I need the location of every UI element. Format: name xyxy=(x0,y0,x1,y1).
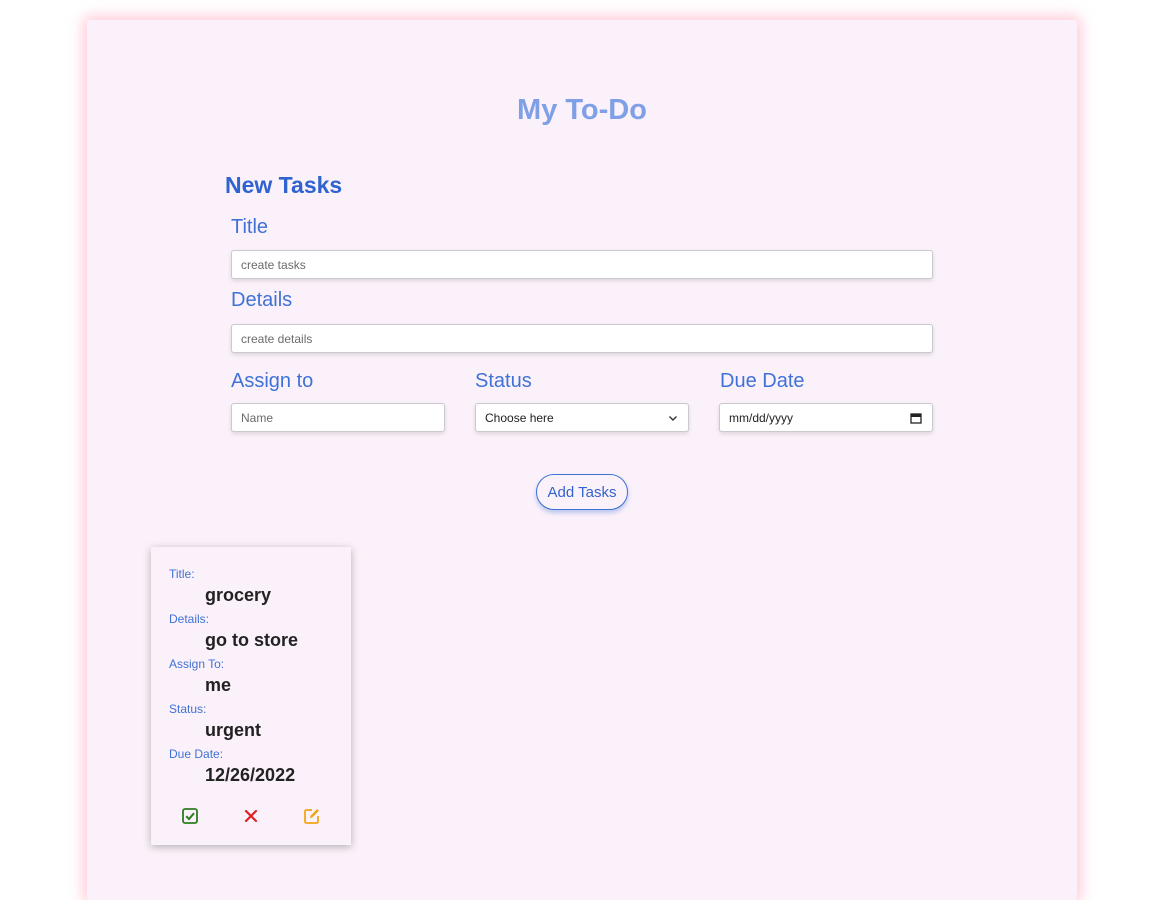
details-label: Details xyxy=(231,289,293,311)
task-card: Title: grocery Details: go to store Assi… xyxy=(151,547,351,845)
card-status-value: urgent xyxy=(205,720,261,740)
due-date-input[interactable]: mm/dd/yyyy xyxy=(719,403,933,432)
card-assign-label: Assign To: xyxy=(169,657,225,671)
card-details-value: go to store xyxy=(205,630,298,650)
card-details-label: Details: xyxy=(169,612,210,626)
status-select-value: Choose here xyxy=(485,410,554,425)
status-select[interactable]: Choose here xyxy=(475,403,689,432)
x-icon[interactable] xyxy=(241,806,261,826)
card-due-value: 12/26/2022 xyxy=(205,765,296,785)
card-status-label: Status: xyxy=(169,702,207,716)
edit-icon[interactable] xyxy=(302,806,322,826)
title-label: Title xyxy=(231,216,269,238)
add-tasks-button[interactable]: Add Tasks xyxy=(536,474,628,510)
app-title: My To-Do xyxy=(517,94,647,126)
status-label: Status xyxy=(475,370,532,392)
due-date-label: Due Date xyxy=(720,370,805,392)
card-due-label: Due Date: xyxy=(169,747,224,761)
card-title-label: Title: xyxy=(169,567,195,581)
due-date-placeholder: mm/dd/yyyy xyxy=(729,410,794,425)
card-title-value: grocery xyxy=(205,585,272,605)
card-assign-value: me xyxy=(205,675,232,695)
check-square-icon[interactable] xyxy=(180,806,200,826)
app-panel: My To-Do New Tasks Title Details Assign … xyxy=(87,20,1077,900)
assign-input[interactable] xyxy=(231,403,445,432)
new-tasks-heading: New Tasks xyxy=(225,172,343,198)
assign-label: Assign to xyxy=(231,370,314,392)
calendar-icon[interactable] xyxy=(910,412,922,424)
details-input[interactable] xyxy=(231,324,933,353)
chevron-down-icon xyxy=(669,416,677,421)
title-input[interactable] xyxy=(231,250,933,279)
